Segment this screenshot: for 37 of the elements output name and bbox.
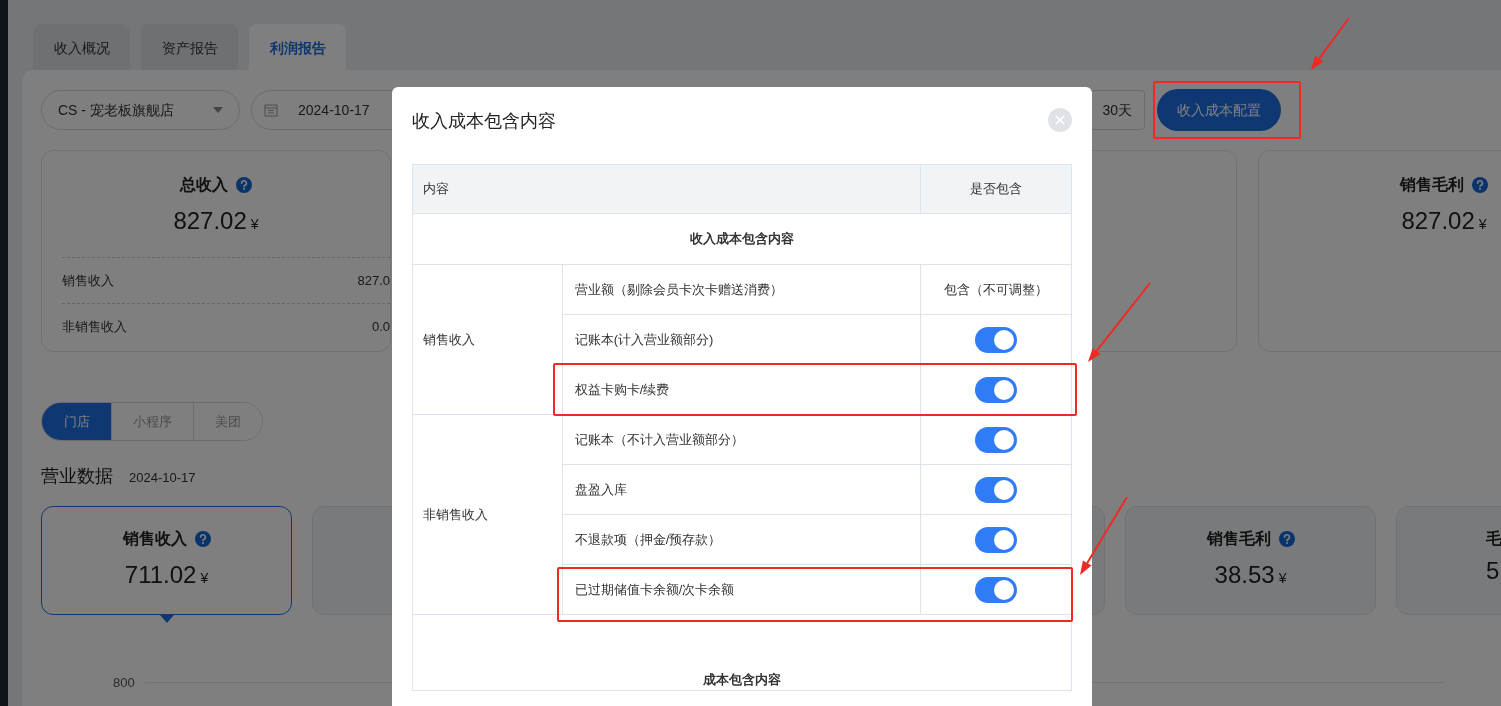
card-title: 销售毛利: [1206, 529, 1271, 549]
section-date: 2024-10-17: [129, 469, 196, 487]
item-label: 盘盈入库: [574, 481, 627, 497]
store-name: CS - 宠老板旗舰店: [58, 100, 174, 120]
card-value: 827.02: [1401, 206, 1475, 236]
item-label: 不退款项（押金/预存款）: [574, 531, 722, 547]
column-header: 是否包含: [920, 164, 1072, 214]
axis-label: 800: [113, 674, 135, 692]
currency-sign: ¥: [1278, 569, 1287, 588]
item-label: 已过期储值卡余额/次卡余额: [574, 581, 735, 597]
card-title: 总收入: [180, 175, 228, 195]
row-value: 827.0: [357, 271, 390, 290]
section-heading: 收入成本包含内容: [690, 231, 794, 247]
item-label: 营业额（剔除会员卡次卡赠送消费）: [574, 281, 783, 297]
currency-sign: ¥: [200, 569, 209, 588]
row-label: 销售收入: [62, 271, 114, 290]
section-heading: 成本包含内容: [703, 671, 781, 687]
card-value: 5: [1486, 556, 1500, 586]
item-label: 记账本(计入营业额部分): [574, 331, 714, 347]
item-label: 记账本（不计入营业额部分）: [574, 431, 744, 447]
column-header: 内容: [412, 164, 921, 214]
group-label: 非销售收入: [423, 506, 488, 522]
dialog-title: 收入成本包含内容: [412, 109, 556, 133]
card-value: 38.53: [1214, 560, 1275, 590]
group-label: 销售收入: [423, 331, 475, 347]
date-value: 2024-10-17: [298, 100, 370, 120]
card-value: 827.02: [173, 206, 247, 236]
item-label: 权益卡购卡/续费: [574, 381, 670, 397]
card-title: 销售毛利: [1400, 175, 1464, 195]
row-label: 非销售收入: [62, 317, 127, 336]
card-value: 711.02: [124, 560, 197, 590]
currency-sign: ¥: [250, 215, 259, 234]
row-value: 0.0: [371, 317, 390, 336]
currency-sign: ¥: [1478, 215, 1487, 234]
include-status: 包含（不可调整）: [944, 281, 1049, 297]
card-title: 销售收入: [122, 529, 187, 549]
section-title: 营业数据: [41, 465, 113, 488]
